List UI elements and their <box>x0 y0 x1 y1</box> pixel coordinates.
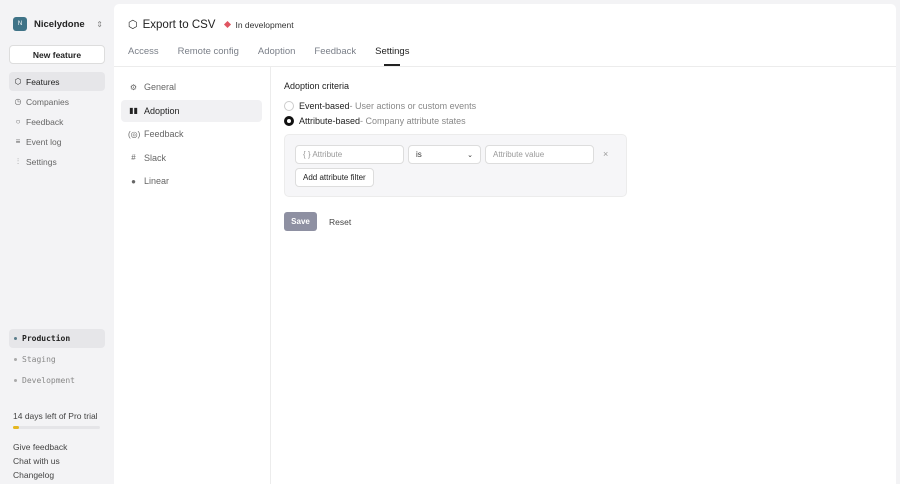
attribute-value-input[interactable]: Attribute value <box>485 145 594 164</box>
adoption-icon: ▮▮ <box>129 106 138 115</box>
settings-nav-label: Feedback <box>144 129 184 139</box>
radio-description: - User actions or custom events <box>349 100 477 111</box>
chat-link[interactable]: Chat with us <box>13 456 67 470</box>
tab-access[interactable]: Access <box>128 46 159 66</box>
status-label: In development <box>235 19 294 30</box>
filter-group: { } Attribute is ⌄ Attribute value × Add … <box>284 134 627 197</box>
env-development[interactable]: Development <box>9 371 105 390</box>
env-production[interactable]: Production <box>9 329 105 348</box>
sliders-icon: ⫶ <box>17 156 19 166</box>
divider <box>270 66 271 484</box>
tab-remote-config[interactable]: Remote config <box>178 46 239 66</box>
chevron-updown-icon: ⇕ <box>96 19 103 29</box>
radio-circle[interactable] <box>284 100 294 111</box>
sidebar-item-label: Companies <box>26 96 69 107</box>
sidebar-item-companies[interactable]: ◷ Companies <box>9 92 105 111</box>
linear-icon: ● <box>131 176 136 186</box>
env-dot-icon <box>14 337 17 340</box>
settings-nav-label: General <box>144 82 177 92</box>
trial-progress-bar <box>13 426 100 429</box>
operator-value: is <box>416 150 422 159</box>
settings-nav-linear[interactable]: ● Linear <box>121 170 262 192</box>
operator-select[interactable]: is ⌄ <box>408 145 481 164</box>
divider <box>114 66 896 67</box>
sidebar-item-settings[interactable]: ⫶ Settings <box>9 152 105 171</box>
settings-nav-adoption[interactable]: ▮▮ Adoption <box>121 99 262 122</box>
settings-nav-feedback[interactable]: (◎) Feedback <box>121 123 262 145</box>
status-badge[interactable]: In development <box>224 19 294 30</box>
new-feature-button[interactable]: New feature <box>9 45 105 64</box>
env-label: Production <box>22 334 71 343</box>
settings-nav-label: Slack <box>144 152 167 163</box>
org-avatar: N <box>13 17 27 31</box>
gear-icon: ⚙ <box>129 82 138 92</box>
org-name: Nicelydone <box>34 18 85 30</box>
status-diamond-icon <box>224 20 232 29</box>
save-button[interactable]: Save <box>284 212 317 231</box>
env-dot-icon <box>14 358 17 361</box>
settings-nav-general[interactable]: ⚙ General <box>121 76 262 98</box>
settings-nav-slack[interactable]: # Slack <box>121 147 262 169</box>
settings-nav-label: Linear <box>144 176 170 186</box>
clock-icon: ◷ <box>14 97 22 106</box>
tab-settings[interactable]: Settings <box>375 46 409 66</box>
changelog-link[interactable]: Changelog <box>13 470 67 484</box>
sidebar-item-event-log[interactable]: ≡ Event log <box>9 132 105 151</box>
tab-feedback[interactable]: Feedback <box>314 46 356 66</box>
radio-description: - Company attribute states <box>360 115 466 126</box>
list-icon: ≡ <box>15 137 21 146</box>
env-dot-icon <box>14 379 17 382</box>
trial-progress-fill <box>13 426 20 429</box>
radio-label: Event-based <box>299 100 350 111</box>
sidebar-item-features[interactable]: ⬡ Features <box>9 72 105 91</box>
feedback-icon: (◎) <box>128 129 141 139</box>
sidebar-item-feedback[interactable]: ○ Feedback <box>9 112 105 131</box>
reset-button[interactable]: Reset <box>329 217 351 227</box>
slack-icon: # <box>131 153 136 162</box>
chevron-down-icon: ⌄ <box>467 151 473 159</box>
remove-filter-icon[interactable]: × <box>603 149 608 159</box>
main-panel: ⬡ Export to CSV In development Access Re… <box>114 4 896 484</box>
radio-attribute-based[interactable]: Attribute-based - Company attribute stat… <box>284 113 627 128</box>
cube-icon: ⬡ <box>128 19 138 31</box>
radio-event-based[interactable]: Event-based - User actions or custom eve… <box>284 98 627 113</box>
page-title: Export to CSV <box>142 18 216 31</box>
sidebar-item-label: Features <box>26 76 60 87</box>
sidebar: N Nicelydone ⇕ New feature ⬡ Features ◷ Co… <box>0 0 114 484</box>
env-label: Staging <box>22 355 56 364</box>
env-label: Development <box>22 376 75 385</box>
section-heading: Adoption criteria <box>284 81 350 91</box>
sidebar-item-label: Event log <box>26 136 62 147</box>
add-attribute-filter-button[interactable]: Add attribute filter <box>295 168 374 187</box>
cube-icon: ⬡ <box>14 77 22 86</box>
sidebar-item-label: Feedback <box>26 116 64 127</box>
attribute-input[interactable]: { } Attribute <box>295 145 404 164</box>
radio-circle[interactable] <box>284 115 294 126</box>
settings-nav-label: Adoption <box>144 105 180 116</box>
sidebar-item-label: Settings <box>26 156 57 167</box>
trial-text: 14 days left of Pro trial <box>13 411 98 421</box>
tab-adoption[interactable]: Adoption <box>258 46 296 66</box>
env-staging[interactable]: Staging <box>9 350 105 369</box>
give-feedback-link[interactable]: Give feedback <box>13 442 67 456</box>
org-switcher[interactable]: N Nicelydone ⇕ <box>13 17 103 31</box>
radio-label: Attribute-based <box>299 115 361 126</box>
chat-icon: ○ <box>15 117 21 126</box>
